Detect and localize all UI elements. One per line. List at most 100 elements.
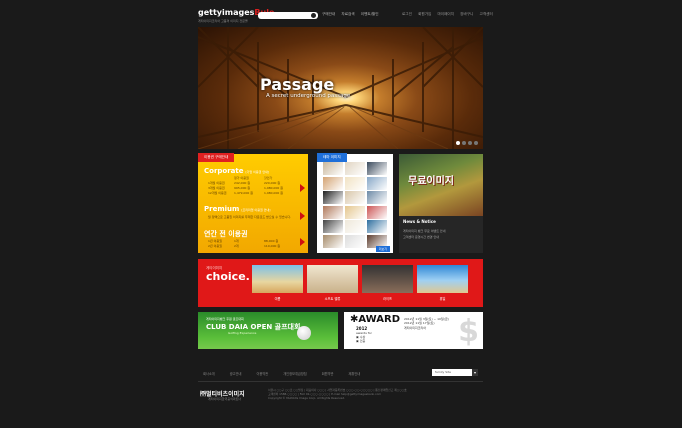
search-icon[interactable] [311,13,316,18]
news-title[interactable]: News & Notice [403,219,436,224]
nav-item-purchase[interactable]: 구매안내 [322,12,335,16]
pricing-tab[interactable]: 이용권 구매안내 [198,153,235,162]
hero-banner[interactable]: Passage A secret underground passage [198,27,483,149]
award-title-text: AWARD [358,314,401,325]
annual-heading[interactable]: 연간 전 이용권 [204,229,248,239]
gallery-photo[interactable] [323,176,343,190]
choice-caption: 소프트 밸류 [324,297,341,301]
gallery-photo[interactable] [345,205,365,219]
gallery-photo[interactable] [367,220,387,234]
gallery-tab[interactable]: 테마 이미지 [317,153,347,162]
premium-note: [프리미엄 이용권 안내] [241,208,271,212]
award-info-line: 게티이미지코리아 [404,325,427,330]
gallery-photo[interactable] [345,235,365,248]
main-nav: 구매안내 자료검색 이벤트/할인 [322,12,384,17]
slide-dot[interactable] [456,141,460,145]
logo-tagline: 게티이미지코리아 고품격 이미지 전문몰 [198,19,248,23]
choice-thumb[interactable] [362,265,413,293]
gallery-photo[interactable] [367,191,387,205]
footer-link[interactable]: 회원약관 [322,372,334,376]
slide-dot[interactable] [468,141,472,145]
footer-divider [198,381,483,382]
golf-title2: Golfing Experience [228,331,257,335]
footer-link[interactable]: 개인정보취급방침 [283,372,306,376]
corporate-title: Corporate [204,167,244,175]
golf-banner[interactable]: 게티이미지뱅크 후원 골프대회 CLUB DAIA OPEN 골프대회 Golf… [198,312,338,349]
corporate-table: 정가 이용권 할인가 1개월 이용권 242,000 원 220,000 원 3개월 … [208,176,290,196]
footer-link[interactable]: 제휴안내 [348,372,360,376]
address-line: Copyright © Multibits Image Corp. All Ri… [268,396,346,400]
family-site-label: family Site [435,370,451,374]
pricing-panel: 이용권 구매안내 Corporate [기업 이용권 안내] 정가 이용권 할인가 … [198,153,308,253]
footer-address: 서울시 ○○구 ○○로 ○○빌딩 | 대표이사 ○○○ | 사업자등록번호 ○○… [268,388,407,400]
award-info: 2012년 11월 3일(토) ~ 10일(금) 2012년 11월 17일(토… [404,317,449,330]
gallery-photo[interactable] [345,176,365,190]
free-image-panel: 무료이미지 News & Notice 게티이미지 뱅크 무료 이벤트 안내 고… [399,154,483,253]
gallery-photo[interactable] [367,162,387,175]
corporate-note: [기업 이용권 안내] [245,170,270,174]
gallery-photo[interactable] [323,235,343,248]
search-input[interactable] [258,12,318,19]
gallery-photo[interactable] [367,205,387,219]
gallery-photo[interactable] [323,191,343,205]
news-item[interactable]: 고객센터 운영시간 변경 안내 [403,235,439,239]
footer-link[interactable]: 이용약관 [257,372,269,376]
cart-link[interactable]: 장바구니 [460,12,473,16]
mypage-link[interactable]: 마이페이지 [437,12,454,16]
family-site-select[interactable]: family Site [432,369,478,376]
more-button[interactable]: 더보기 [375,246,390,252]
choice-thumb[interactable] [252,265,303,293]
award-title: ✱AWARD [350,314,401,325]
choice-caption: 여름 [274,297,281,301]
gallery-photo[interactable] [323,220,343,234]
gallery-photo[interactable] [367,176,387,190]
free-image-title: 무료이미지 [408,176,454,187]
table-cell: 110,000 원 [264,244,281,248]
login-link[interactable]: 로그인 [402,12,412,16]
table-cell: 1,980,000 원 [264,191,283,195]
slide-dot[interactable] [474,141,478,145]
nav-item-search[interactable]: 자료검색 [341,12,354,16]
corporate-arrow-icon[interactable] [300,184,305,192]
award-banner[interactable]: $ ✱AWARD 2012 awards for ▣ 수상 ▣ 인증 2012년… [344,312,483,349]
gallery-photo[interactable] [323,205,343,219]
gallery-photo[interactable] [345,162,365,175]
free-image-banner[interactable]: 무료이미지 [399,154,483,216]
site-logo[interactable]: gettyimagesBule 게티이미지코리아 고품격 이미지 전문몰 [198,8,274,26]
choice-thumb[interactable] [307,265,358,293]
chevron-down-icon [472,369,478,376]
tunnel-illustration [198,27,483,149]
premium-title: Premium [204,205,240,213]
premium-desc: 월 정액으로 고품질 이미지를 무제한 다운로드 받으실 수 있습니다. [208,215,292,219]
golf-subtitle: 게티이미지뱅크 후원 골프대회 [206,317,244,321]
join-link[interactable]: 회원가입 [418,12,431,16]
help-link[interactable]: 고객센터 [480,12,493,16]
footer-company-sub: 게티이미지한국공식파트너 [208,397,242,401]
gallery-photo[interactable] [345,220,365,234]
premium-heading[interactable]: Premium [프리미엄 이용권 안내] [204,205,270,213]
news-item[interactable]: 게티이미지 뱅크 무료 이벤트 안내 [403,229,445,233]
award-dollar-glyph: $ [458,314,479,349]
hero-subtitle: A secret underground passage [266,93,351,99]
award-line: ▣ 인증 [356,339,366,344]
table-row: 2년 이용권 2개 110,000 원 [208,244,290,249]
golf-ball-icon [297,326,311,340]
choice-strip: 게티이미지 choice. 여름 소프트 밸류 라이프 휴일 [198,259,483,307]
gallery-photo[interactable] [345,191,365,205]
nav-item-event[interactable]: 이벤트/할인 [361,12,379,16]
slide-indicators [456,141,478,145]
footer-link[interactable]: 회사소개 [203,372,215,376]
logo-main: gettyimages [198,8,255,17]
gallery-photo[interactable] [323,162,343,175]
premium-arrow-icon[interactable] [300,212,305,220]
footer-nav: 회사소개 광고안내 이용약관 개인정보취급방침 회원약관 제휴안내 [203,371,374,376]
table-cell: 2년 이용권 [208,244,222,248]
choice-thumb[interactable] [417,265,468,293]
slide-dot[interactable] [462,141,466,145]
annual-arrow-icon[interactable] [300,238,305,246]
corporate-heading[interactable]: Corporate [기업 이용권 안내] [204,167,269,175]
choice-caption: 휴일 [439,297,446,301]
choice-caption: 라이프 [383,297,392,301]
footer-link[interactable]: 광고안내 [230,372,242,376]
hero-title: Passage [260,75,335,94]
